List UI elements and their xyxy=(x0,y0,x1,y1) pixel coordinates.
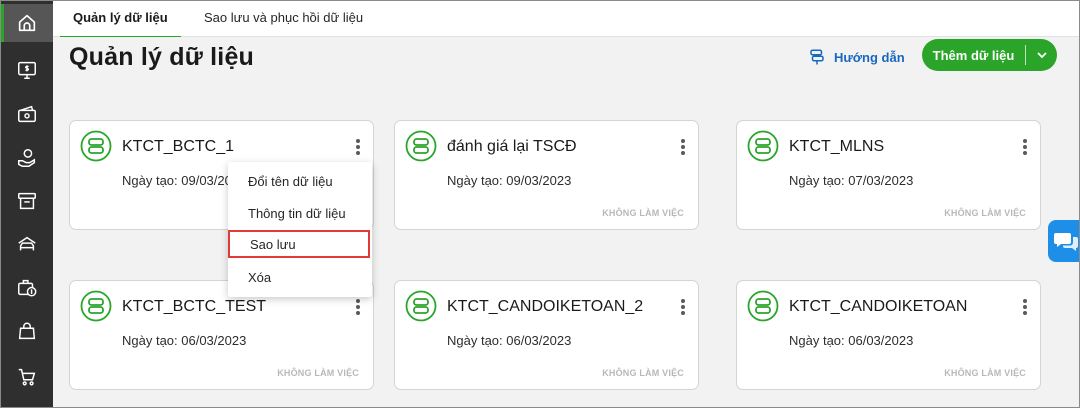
cart-icon xyxy=(18,368,35,386)
guide-label: Hướng dẫn xyxy=(834,49,905,65)
card-name: KTCT_MLNS xyxy=(789,138,885,155)
add-data-dropdown[interactable] xyxy=(1026,49,1057,61)
card-status: KHÔNG LÀM VIỆC xyxy=(602,368,684,378)
database-icon xyxy=(405,290,437,322)
shopping-bag-icon xyxy=(18,322,35,340)
sidebar-item-briefcase[interactable] xyxy=(0,269,53,307)
signpost-icon xyxy=(810,49,824,65)
data-card[interactable]: KTCT_MLNS Ngày tạo: 07/03/2023 KHÔNG LÀM… xyxy=(736,120,1041,230)
data-card[interactable]: đánh giá lại TSCĐ Ngày tạo: 09/03/2023 K… xyxy=(394,120,699,230)
data-card[interactable]: KTCT_CANDOIKETOAN_2 Ngày tạo: 06/03/2023… xyxy=(394,280,699,390)
sidebar xyxy=(0,0,53,408)
chevron-down-icon xyxy=(1036,52,1047,59)
chat-support-button[interactable] xyxy=(1048,220,1080,262)
sidebar-item-home[interactable] xyxy=(0,4,53,42)
chat-icon xyxy=(1054,233,1078,251)
sidebar-item-car[interactable] xyxy=(0,225,53,263)
page-title: Quản lý dữ liệu xyxy=(69,43,255,71)
sidebar-item-monitor[interactable] xyxy=(0,51,53,89)
card-status: KHÔNG LÀM VIỆC xyxy=(277,368,359,378)
card-name: đánh giá lại TSCĐ xyxy=(447,138,577,155)
sidebar-item-wallet[interactable] xyxy=(0,95,53,133)
add-data-label: Thêm dữ liệu xyxy=(932,47,1015,63)
guide-link[interactable]: Hướng dẫn xyxy=(808,47,905,67)
card-name: KTCT_BCTC_1 xyxy=(122,138,235,155)
context-menu: Đổi tên dữ liệu Thông tin dữ liệu Sao lư… xyxy=(228,162,372,297)
database-icon xyxy=(80,130,112,162)
monitor-dollar-icon xyxy=(17,61,36,79)
add-data-button[interactable]: Thêm dữ liệu xyxy=(922,39,1057,71)
hand-money-icon xyxy=(17,149,35,167)
sidebar-item-bag[interactable] xyxy=(0,312,53,350)
card-status: KHÔNG LÀM VIỆC xyxy=(602,208,684,218)
more-options-button[interactable] xyxy=(1018,137,1032,157)
menu-item-backup[interactable]: Sao lưu xyxy=(228,230,370,258)
database-icon xyxy=(405,130,437,162)
card-date: Ngày tạo: 06/03/2023 xyxy=(789,333,914,348)
card-date: Ngày tạo: 06/03/2023 xyxy=(447,333,572,348)
card-status: KHÔNG LÀM VIỆC xyxy=(944,368,1026,378)
sidebar-item-hand-money[interactable] xyxy=(0,139,53,177)
card-date: Ngày tạo: 07/03/2023 xyxy=(789,173,914,188)
more-options-button[interactable] xyxy=(1018,297,1032,317)
wallet-icon xyxy=(17,105,36,123)
more-options-button[interactable] xyxy=(676,137,690,157)
sidebar-item-cart[interactable] xyxy=(0,358,53,396)
tab-data-management[interactable]: Quản lý dữ liệu xyxy=(60,0,181,38)
database-icon xyxy=(747,290,779,322)
car-icon xyxy=(17,236,36,251)
menu-item-info[interactable]: Thông tin dữ liệu xyxy=(228,200,372,228)
briefcase-dollar-icon xyxy=(17,279,36,297)
card-name: KTCT_CANDOIKETOAN xyxy=(789,298,968,315)
more-options-button[interactable] xyxy=(351,137,365,157)
card-date: Ngày tạo: 09/03/2023 xyxy=(447,173,572,188)
card-name: KTCT_BCTC_TEST xyxy=(122,298,267,315)
data-card[interactable]: KTCT_CANDOIKETOAN Ngày tạo: 06/03/2023 K… xyxy=(736,280,1041,390)
card-status: KHÔNG LÀM VIỆC xyxy=(944,208,1026,218)
menu-item-rename[interactable]: Đổi tên dữ liệu xyxy=(228,168,372,196)
tab-bar: Quản lý dữ liệu Sao lưu và phục hồi dữ l… xyxy=(53,0,1080,38)
sidebar-item-box[interactable] xyxy=(0,182,53,220)
card-name: KTCT_CANDOIKETOAN_2 xyxy=(447,298,644,315)
database-icon xyxy=(80,290,112,322)
home-icon xyxy=(18,14,35,32)
tab-backup-restore[interactable]: Sao lưu và phục hồi dữ liệu xyxy=(204,0,363,37)
card-date: Ngày tạo: 06/03/2023 xyxy=(122,333,247,348)
menu-item-delete[interactable]: Xóa xyxy=(228,264,372,292)
database-icon xyxy=(747,130,779,162)
more-options-button[interactable] xyxy=(351,297,365,317)
more-options-button[interactable] xyxy=(676,297,690,317)
box-icon xyxy=(17,192,36,210)
